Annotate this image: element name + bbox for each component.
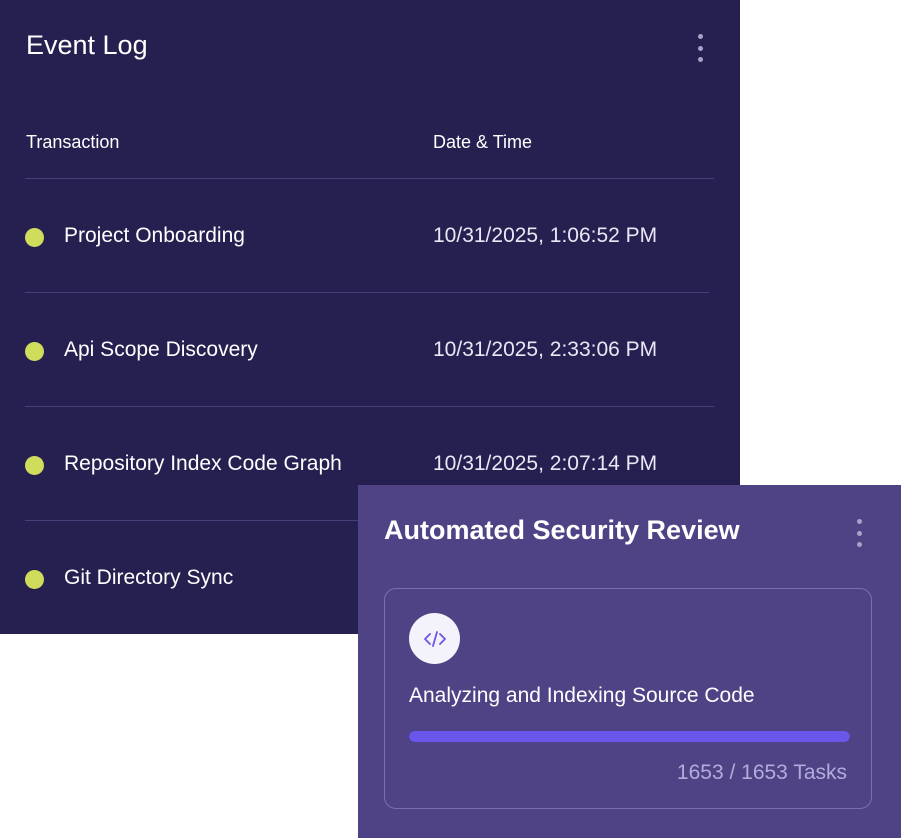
security-review-card: Automated Security Review Analyzing and …	[358, 485, 901, 838]
status-dot	[25, 456, 44, 475]
row-divider	[25, 406, 714, 407]
header-divider	[25, 178, 714, 179]
status-dot	[25, 228, 44, 247]
event-log-more-vertical-icon[interactable]	[697, 34, 703, 62]
task-label: Analyzing and Indexing Source Code	[409, 684, 755, 707]
task-progress-box: Analyzing and Indexing Source Code 1653 …	[384, 588, 872, 809]
row-divider	[25, 292, 709, 293]
progress-bar	[409, 731, 850, 742]
table-row[interactable]: Api Scope Discovery 10/31/2025, 2:33:06 …	[0, 320, 740, 380]
table-row[interactable]: Project Onboarding 10/31/2025, 1:06:52 P…	[0, 206, 740, 266]
security-review-more-vertical-icon[interactable]	[856, 519, 862, 547]
security-review-title: Automated Security Review	[384, 515, 740, 545]
transaction-datetime: 10/31/2025, 2:07:14 PM	[433, 452, 658, 475]
event-log-title: Event Log	[26, 30, 148, 60]
code-icon	[409, 613, 460, 664]
task-count: 1653 / 1653 Tasks	[676, 761, 847, 784]
status-dot	[25, 342, 44, 361]
transaction-name: Repository Index Code Graph	[64, 452, 342, 475]
transaction-datetime: 10/31/2025, 1:06:52 PM	[433, 224, 658, 247]
progress-bar-fill	[409, 731, 850, 742]
transaction-name: Git Directory Sync	[64, 566, 234, 589]
transaction-name: Project Onboarding	[64, 224, 245, 247]
column-header-transaction: Transaction	[26, 132, 120, 152]
column-header-datetime: Date & Time	[433, 132, 533, 152]
status-dot	[25, 570, 44, 589]
transaction-name: Api Scope Discovery	[64, 338, 258, 361]
transaction-datetime: 10/31/2025, 2:33:06 PM	[433, 338, 658, 361]
